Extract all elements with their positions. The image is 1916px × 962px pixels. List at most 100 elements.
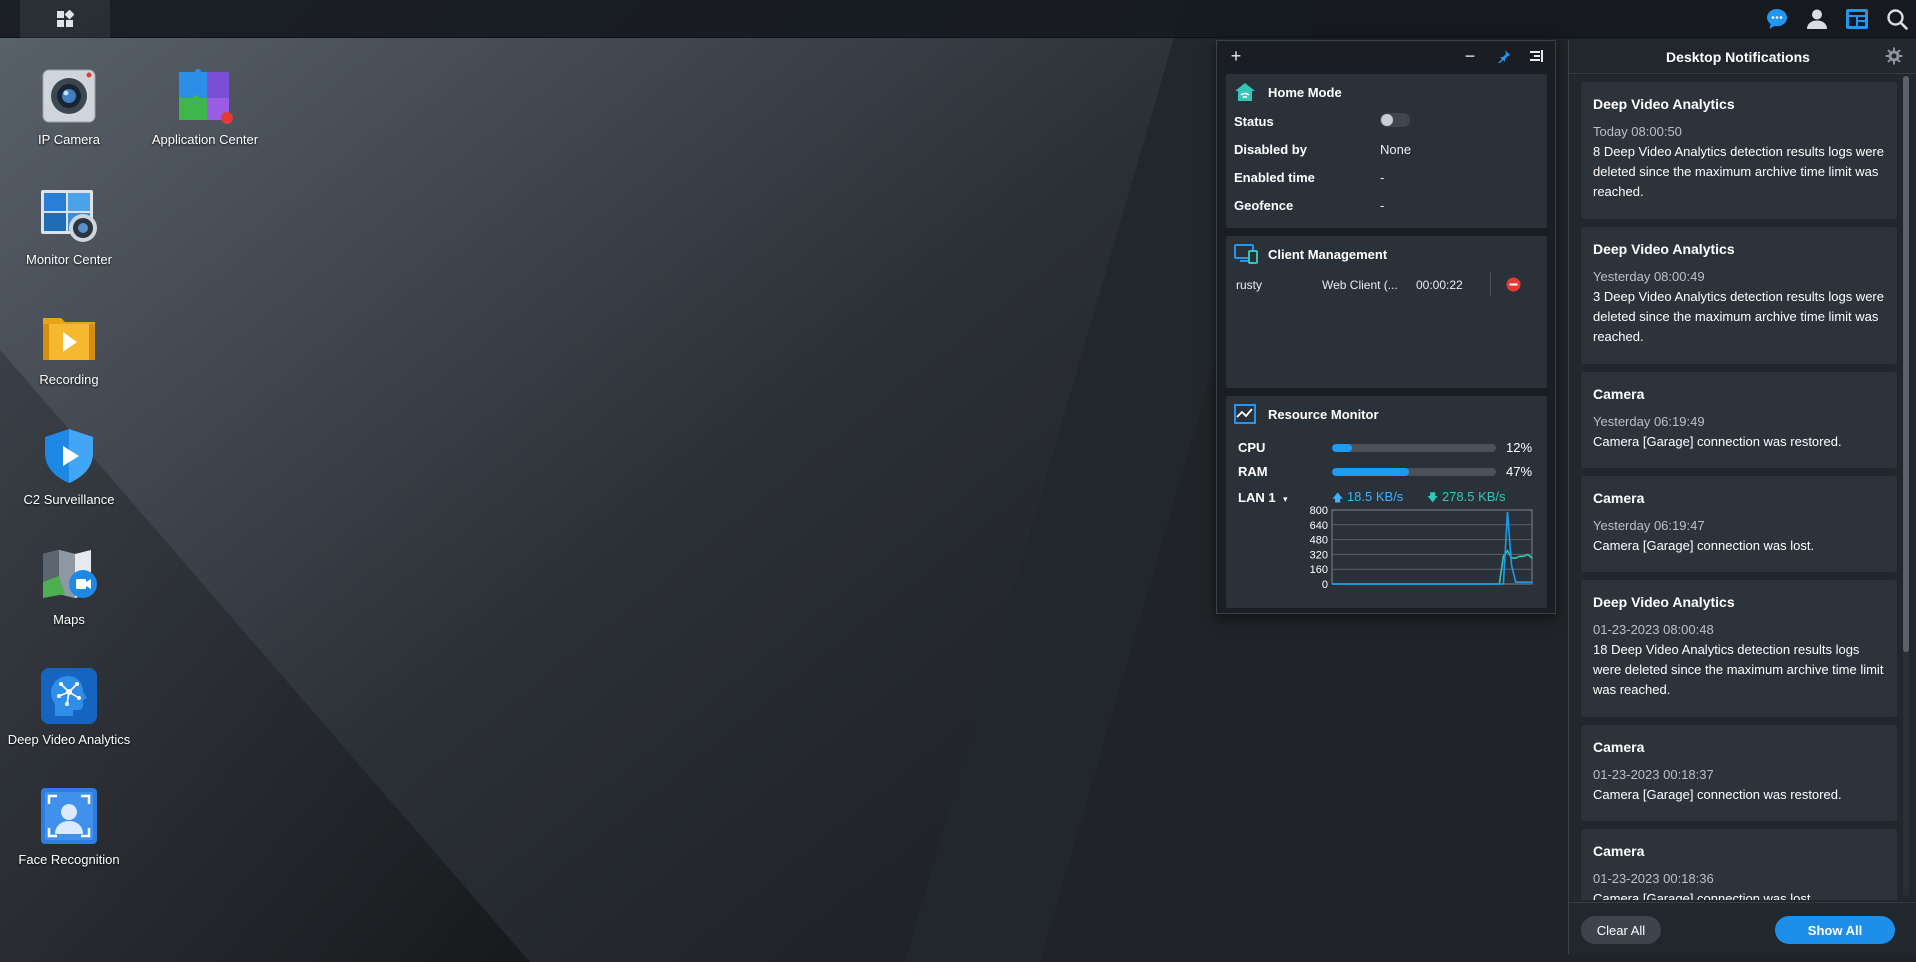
notification-message: Camera [Garage] connection was restored. <box>1593 787 1842 802</box>
notification-time: Yesterday 08:00:49 <box>1593 269 1705 284</box>
desktop-icon-face-recognition[interactable]: Face Recognition <box>0 786 138 867</box>
row-label: Enabled time <box>1234 170 1315 185</box>
widget-title: Client Management <box>1268 247 1388 262</box>
align-right-icon <box>1530 50 1543 62</box>
widgets-icon <box>1846 9 1868 29</box>
upload-speed-value: 18.5 KB/s <box>1346 489 1404 504</box>
chart-frame <box>1331 509 1533 585</box>
notification-message: 3 Deep Video Analytics detection results… <box>1593 289 1884 344</box>
ip-camera-icon <box>42 69 96 123</box>
lan-traffic-chart: 800 640 480 320 160 0 <box>1310 506 1533 591</box>
desktop-icon-label: Application Center <box>151 132 259 147</box>
ram-bar-fill <box>1332 468 1410 476</box>
notification-time: 01-23-2023 08:00:48 <box>1593 622 1714 637</box>
main-menu-button[interactable] <box>20 0 110 38</box>
ram-bar <box>1332 468 1496 476</box>
notification-title: Camera <box>1593 843 1645 859</box>
add-widget-button[interactable]: + <box>1227 47 1245 65</box>
widget-settings-button[interactable] <box>1527 47 1545 65</box>
user-button[interactable] <box>1804 6 1830 32</box>
notification-list[interactable]: Deep Video Analytics Today 08:00:50 8 De… <box>1581 82 1897 900</box>
home-mode-widget: Home Mode Status Disabled by None Enable… <box>1226 74 1547 228</box>
notification-title: Deep Video Analytics <box>1593 594 1735 610</box>
desktop-icon-c2-surveillance[interactable]: C2 Surveillance <box>0 426 138 507</box>
clear-all-button[interactable]: Clear All <box>1581 916 1661 944</box>
show-all-button[interactable]: Show All <box>1775 916 1895 944</box>
gear-icon[interactable] <box>1885 47 1903 65</box>
plus-icon: + <box>1230 46 1242 66</box>
notification-item[interactable]: Camera 01-23-2023 00:18:37 Camera [Garag… <box>1581 725 1897 821</box>
toggle-knob <box>1381 114 1393 126</box>
desktop-icon-label: Maps <box>53 612 85 627</box>
resource-monitor-widget: Resource Monitor CPU 12% RAM 47% LAN 1 ▾… <box>1226 396 1547 608</box>
notification-title: Camera <box>1593 490 1645 506</box>
notification-item[interactable]: Deep Video Analytics Yesterday 08:00:49 … <box>1581 227 1897 364</box>
notification-time: 01-23-2023 00:18:37 <box>1593 767 1714 782</box>
notification-title: Camera <box>1593 386 1645 402</box>
desktop-icon-label: Recording <box>39 372 99 387</box>
notification-message: Camera [Garage] connection was lost. <box>1593 538 1815 553</box>
resource-monitor-icon <box>1234 404 1256 424</box>
ram-percent: 47% <box>1506 464 1533 479</box>
widget-title: Resource Monitor <box>1268 407 1379 422</box>
notification-item[interactable]: Camera 01-23-2023 00:18:36 Camera [Garag… <box>1581 829 1897 900</box>
notification-message: 8 Deep Video Analytics detection results… <box>1593 144 1884 199</box>
notification-message: Camera [Garage] connection was restored. <box>1593 434 1842 449</box>
widget-toolbar: + − <box>1217 41 1555 71</box>
download-series-line <box>1332 549 1533 585</box>
y-tick-label: 800 <box>1310 506 1328 517</box>
y-tick-label: 0 <box>1322 579 1328 591</box>
notification-message: Camera [Garage] connection was lost. <box>1593 891 1815 900</box>
deep-video-analytics-icon <box>41 668 97 724</box>
notifications-header: Desktop Notifications <box>1569 40 1916 74</box>
row-label: Status <box>1234 114 1274 129</box>
search-button[interactable] <box>1884 6 1910 32</box>
row-label: Disabled by <box>1234 142 1307 157</box>
lan-label: LAN 1 <box>1238 490 1276 505</box>
desktop-icon-ip-camera[interactable]: IP Camera <box>0 66 138 147</box>
notifications-button[interactable] <box>1764 6 1790 32</box>
disconnect-client-icon[interactable] <box>1506 277 1521 292</box>
client-management-icon <box>1234 244 1258 264</box>
lan-selector[interactable]: LAN 1 ▾ <box>1238 489 1288 507</box>
notification-time: Yesterday 06:19:49 <box>1593 414 1705 429</box>
desktop-icon-deep-video-analytics[interactable]: Deep Video Analytics <box>0 666 138 747</box>
cpu-bar-fill <box>1332 444 1352 452</box>
notification-item[interactable]: Deep Video Analytics 01-23-2023 08:00:48… <box>1581 580 1897 717</box>
home-mode-toggle[interactable] <box>1380 113 1410 127</box>
client-management-widget: Client Management rusty Web Client (... … <box>1226 236 1547 388</box>
desktop-icon-recording[interactable]: Recording <box>0 306 138 387</box>
minimize-widget-button[interactable]: − <box>1461 47 1479 65</box>
client-duration: 00:00:22 <box>1416 278 1463 292</box>
chat-bubble-icon <box>1767 9 1787 29</box>
y-tick-label: 640 <box>1310 520 1328 532</box>
minus-icon: − <box>1464 46 1476 66</box>
home-mode-icon <box>1235 83 1255 101</box>
notification-item[interactable]: Deep Video Analytics Today 08:00:50 8 De… <box>1581 82 1897 219</box>
desktop-notifications-panel: Desktop Notifications Deep Video Analyti… <box>1568 40 1916 954</box>
cpu-label: CPU <box>1238 440 1266 455</box>
scrollbar-thumb[interactable] <box>1903 76 1909 652</box>
search-icon <box>1887 9 1908 30</box>
cpu-bar <box>1332 444 1496 452</box>
notification-item[interactable]: Camera Yesterday 06:19:49 Camera [Garage… <box>1581 372 1897 468</box>
puzzle-icon <box>179 69 233 124</box>
desktop-icon-maps[interactable]: Maps <box>0 546 138 627</box>
desktop-icon-application-center[interactable]: Application Center <box>136 66 274 147</box>
y-tick-label: 320 <box>1310 549 1328 561</box>
taskbar <box>0 0 1916 38</box>
grid-icon <box>57 10 74 27</box>
divider <box>1490 272 1491 296</box>
desktop-icon-monitor-center[interactable]: Monitor Center <box>0 186 138 267</box>
face-recognition-icon <box>41 788 97 844</box>
c2-shield-icon <box>45 429 93 483</box>
pin-widget-button[interactable] <box>1495 47 1513 65</box>
notification-title: Camera <box>1593 739 1645 755</box>
widgets-button[interactable] <box>1844 6 1870 32</box>
notification-item[interactable]: Camera Yesterday 06:19:47 Camera [Garage… <box>1581 476 1897 572</box>
notification-time: Yesterday 06:19:47 <box>1593 518 1705 533</box>
widget-title: Home Mode <box>1268 85 1342 100</box>
y-tick-label: 480 <box>1310 535 1328 547</box>
pin-icon <box>1498 50 1510 63</box>
notifications-title: Desktop Notifications <box>1666 49 1810 65</box>
